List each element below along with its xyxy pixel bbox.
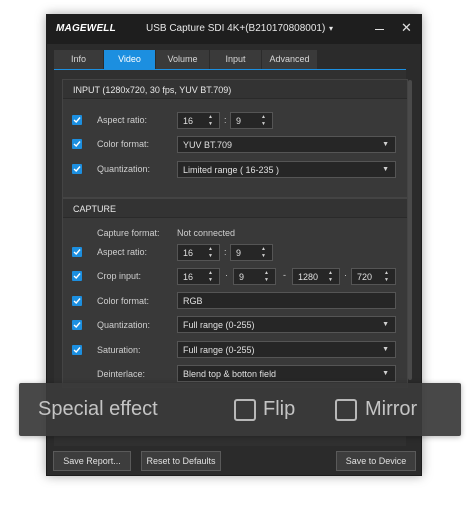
- crop-left-spinner[interactable]: 16 ▲ ▼: [177, 268, 220, 285]
- crop-bottom-spinner[interactable]: 720 ▲ ▼: [351, 268, 396, 285]
- dropdown-arrow-icon[interactable]: ▼: [382, 141, 389, 148]
- capture-aspect-height-spinner[interactable]: 9 ▲ ▼: [230, 244, 273, 261]
- capture-crop-checkbox[interactable]: [72, 271, 82, 281]
- capture-aspect-width-spinner[interactable]: 16 ▲ ▼: [177, 244, 220, 261]
- close-button[interactable]: ✕: [401, 21, 412, 35]
- capture-section-header: CAPTURE: [63, 199, 407, 218]
- capture-saturation-checkbox[interactable]: [72, 345, 82, 355]
- check-icon: [73, 347, 81, 354]
- input-quant-select[interactable]: Limited range ( 16-235 ) ▼: [177, 161, 396, 178]
- special-effect-label: Special effect: [38, 398, 158, 420]
- dropdown-arrow-icon[interactable]: ▼: [382, 321, 389, 328]
- input-aspect-label: Aspect ratio:: [97, 115, 148, 125]
- input-quant-label: Quantization:: [97, 164, 151, 174]
- capture-format-value: Not connected: [177, 228, 236, 238]
- tab-input[interactable]: Input: [210, 50, 261, 69]
- input-color-checkbox[interactable]: [72, 139, 82, 149]
- deinterlace-label: Deinterlace:: [97, 369, 146, 379]
- dropdown-arrow-icon[interactable]: ▼: [382, 346, 389, 353]
- reset-defaults-button[interactable]: Reset to Defaults: [141, 451, 221, 471]
- flip-label: Flip: [263, 398, 296, 420]
- capture-color-field[interactable]: RGB: [177, 292, 396, 309]
- deinterlace-select[interactable]: Blend top & botton field ▼: [177, 365, 396, 382]
- flip-checkbox[interactable]: [234, 399, 256, 421]
- check-icon: [73, 117, 81, 124]
- capture-aspect-label: Aspect ratio:: [97, 247, 148, 257]
- aspect-separator: :: [224, 115, 227, 125]
- check-icon: [73, 273, 81, 280]
- input-section-title: INPUT (1280x720, 30 fps, YUV BT.709): [73, 85, 232, 95]
- spinner-arrows-icon[interactable]: ▲ ▼: [208, 246, 215, 260]
- check-icon: [73, 298, 81, 305]
- spinner-arrows-icon[interactable]: ▲ ▼: [261, 246, 268, 260]
- spinner-arrows-icon[interactable]: ▲ ▼: [264, 270, 271, 284]
- special-effect-overlay: Special effect Flip Mirror: [19, 383, 461, 436]
- title-bar: MAGEWELL USB Capture SDI 4K+(B2101708080…: [46, 14, 422, 44]
- tab-advanced[interactable]: Advanced: [262, 50, 317, 69]
- brand-logo: MAGEWELL: [56, 23, 116, 34]
- capture-section-title: CAPTURE: [73, 204, 117, 214]
- input-quant-checkbox[interactable]: [72, 164, 82, 174]
- minimize-button[interactable]: [375, 29, 384, 30]
- capture-aspect-checkbox[interactable]: [72, 247, 82, 257]
- crop-right-spinner[interactable]: 1280 ▲ ▼: [292, 268, 340, 285]
- spinner-arrows-icon[interactable]: ▲ ▼: [261, 114, 268, 128]
- input-section-header: INPUT (1280x720, 30 fps, YUV BT.709): [63, 80, 407, 99]
- tab-volume[interactable]: Volume: [156, 50, 209, 69]
- spinner-arrows-icon[interactable]: ▲ ▼: [208, 114, 215, 128]
- mirror-label: Mirror: [365, 398, 418, 420]
- check-icon: [73, 166, 81, 173]
- tab-bar: Info Video Volume Input Advanced: [54, 50, 318, 69]
- capture-color-label: Color format:: [97, 296, 150, 306]
- device-dropdown-caret-icon[interactable]: ▾: [329, 24, 333, 33]
- capture-saturation-select[interactable]: Full range (0-255) ▼: [177, 341, 396, 358]
- spinner-arrows-icon[interactable]: ▲ ▼: [384, 270, 391, 284]
- capture-saturation-label: Saturation:: [97, 345, 141, 355]
- save-to-device-button[interactable]: Save to Device: [336, 451, 416, 471]
- input-color-label: Color format:: [97, 139, 150, 149]
- check-icon: [73, 249, 81, 256]
- capture-quant-label: Quantization:: [97, 320, 151, 330]
- save-report-button[interactable]: Save Report...: [53, 451, 131, 471]
- input-aspect-width-spinner[interactable]: 16 ▲ ▼: [177, 112, 220, 129]
- capture-color-checkbox[interactable]: [72, 296, 82, 306]
- device-title[interactable]: USB Capture SDI 4K+(B210170808001): [146, 23, 325, 34]
- spinner-arrows-icon[interactable]: ▲ ▼: [328, 270, 335, 284]
- capture-crop-label: Crop input:: [97, 271, 142, 281]
- capture-format-label: Capture format:: [97, 228, 160, 238]
- mirror-checkbox[interactable]: [335, 399, 357, 421]
- dropdown-arrow-icon[interactable]: ▼: [382, 166, 389, 173]
- input-aspect-checkbox[interactable]: [72, 115, 82, 125]
- capture-quant-select[interactable]: Full range (0-255) ▼: [177, 316, 396, 333]
- crop-separator: -: [283, 270, 286, 280]
- tab-video[interactable]: Video: [104, 50, 155, 69]
- capture-quant-checkbox[interactable]: [72, 320, 82, 330]
- check-icon: [73, 322, 81, 329]
- aspect-separator: :: [224, 247, 227, 257]
- input-aspect-height-spinner[interactable]: 9 ▲ ▼: [230, 112, 273, 129]
- crop-separator: ·: [344, 270, 347, 280]
- crop-top-spinner[interactable]: 9 ▲ ▼: [233, 268, 276, 285]
- crop-separator: ·: [225, 270, 228, 280]
- tab-info[interactable]: Info: [54, 50, 103, 69]
- spinner-arrows-icon[interactable]: ▲ ▼: [208, 270, 215, 284]
- input-color-select[interactable]: YUV BT.709 ▼: [177, 136, 396, 153]
- panel-scrollbar[interactable]: [408, 80, 412, 380]
- dropdown-arrow-icon[interactable]: ▼: [382, 370, 389, 377]
- check-icon: [73, 141, 81, 148]
